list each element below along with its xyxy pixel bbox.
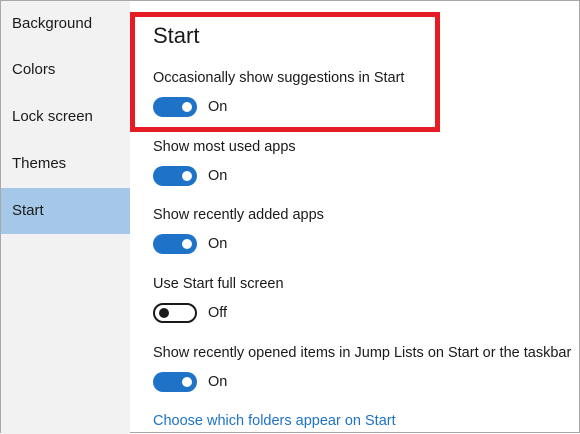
sidebar-item-background[interactable]: Background xyxy=(1,1,130,47)
most-used-apps-state: On xyxy=(208,168,228,184)
setting-label-full-screen: Use Start full screen xyxy=(153,276,284,292)
toggle-knob xyxy=(182,239,192,249)
jump-lists-toggle[interactable] xyxy=(153,372,197,392)
recently-added-apps-state: On xyxy=(208,236,228,252)
toggle-knob xyxy=(159,308,169,318)
most-used-apps-toggle[interactable] xyxy=(153,166,197,186)
recently-added-apps-toggle[interactable] xyxy=(153,234,197,254)
sidebar: Background Colors Lock screen Themes Sta… xyxy=(1,1,130,434)
full-screen-state: Off xyxy=(208,305,228,321)
setting-label-most-used-apps: Show most used apps xyxy=(153,139,296,155)
toggle-knob xyxy=(182,377,192,387)
page-title: Start xyxy=(153,23,200,48)
setting-label-jump-lists: Show recently opened items in Jump Lists… xyxy=(153,345,572,361)
choose-folders-link[interactable]: Choose which folders appear on Start xyxy=(153,412,396,430)
sidebar-item-themes[interactable]: Themes xyxy=(1,141,130,187)
suggestions-toggle[interactable] xyxy=(153,97,197,117)
setting-label-recently-added-apps: Show recently added apps xyxy=(153,207,324,223)
sidebar-item-lock-screen[interactable]: Lock screen xyxy=(1,94,130,140)
jump-lists-state: On xyxy=(208,374,228,390)
toggle-knob xyxy=(182,171,192,181)
setting-label-suggestions: Occasionally show suggestions in Start xyxy=(153,70,405,86)
sidebar-item-start[interactable]: Start xyxy=(1,188,130,234)
sidebar-item-colors[interactable]: Colors xyxy=(1,47,130,93)
suggestions-state: On xyxy=(208,99,228,115)
toggle-knob xyxy=(182,102,192,112)
full-screen-toggle[interactable] xyxy=(153,303,197,323)
